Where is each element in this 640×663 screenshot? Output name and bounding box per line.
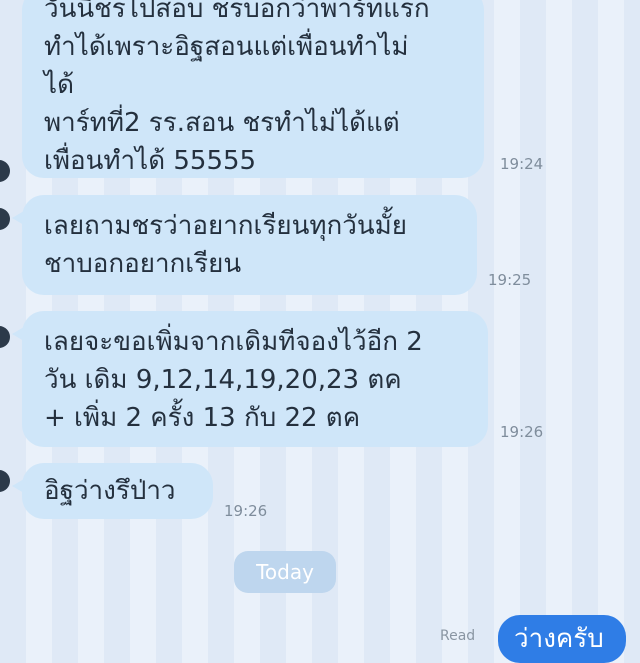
message-line: ชาบอกอยากเรียน [44,249,242,279]
message-line: อิฐว่างรึป่าว [44,476,176,506]
message-line: เลยจะขอเพิ่มจากเดิมทีจองไว้อีก 2 [44,327,423,357]
message-timestamp: 19:24 [500,155,544,173]
chat-conversation: วันนี้ชรไปสอบ ชรบอกว่าพาร์ทแรก ทำได้เพรา… [0,0,640,663]
message-bubble[interactable]: เลยถามชรว่าอยากเรียนทุกวันมั้ย ชาบอกอยาก… [12,195,477,295]
read-receipt: Read [440,628,476,644]
sender-avatar[interactable] [0,160,10,182]
bubble-tail [12,211,24,225]
message-line: วันนี้ชรไปสอบ ชรบอกว่าพาร์ทแรก [44,0,430,24]
bubble-tail [12,479,24,493]
message-timestamp: 19:26 [500,423,544,441]
message-line: วัน เดิม 9,12,14,19,20,23 ตค [44,365,402,395]
message-line: ทำได้เพราะอิฐสอนแต่เพื่อนทำไม่ [44,32,409,62]
message-bubble[interactable]: วันนี้ชรไปสอบ ชรบอกว่าพาร์ทแรก ทำได้เพรา… [22,0,484,178]
message-line: เลยถามชรว่าอยากเรียนทุกวันมั้ย [44,211,408,241]
message-line: ได้ [44,70,74,100]
message-timestamp: 19:26 [224,502,268,520]
outgoing-message-bubble[interactable]: ว่างครับ [498,615,626,663]
message-line: พาร์ทที่2 รร.สอน ชรทำไม่ได้แต่ [44,108,400,138]
sender-avatar[interactable] [0,326,10,348]
message-bubble[interactable]: เลยจะขอเพิ่มจากเดิมทีจองไว้อีก 2 วัน เดิ… [12,311,488,447]
message-timestamp: 19:25 [488,271,532,289]
message-line: + เพิ่ม 2 ครั้ง 13 กับ 22 ตค [44,403,361,433]
sender-avatar[interactable] [0,470,10,492]
bubble-tail [12,327,24,341]
sender-avatar[interactable] [0,208,10,230]
message-bubble[interactable]: อิฐว่างรึป่าว [12,463,213,519]
message-line: เพื่อนทำได้ 55555 [44,146,257,176]
date-divider: Today [234,551,336,593]
